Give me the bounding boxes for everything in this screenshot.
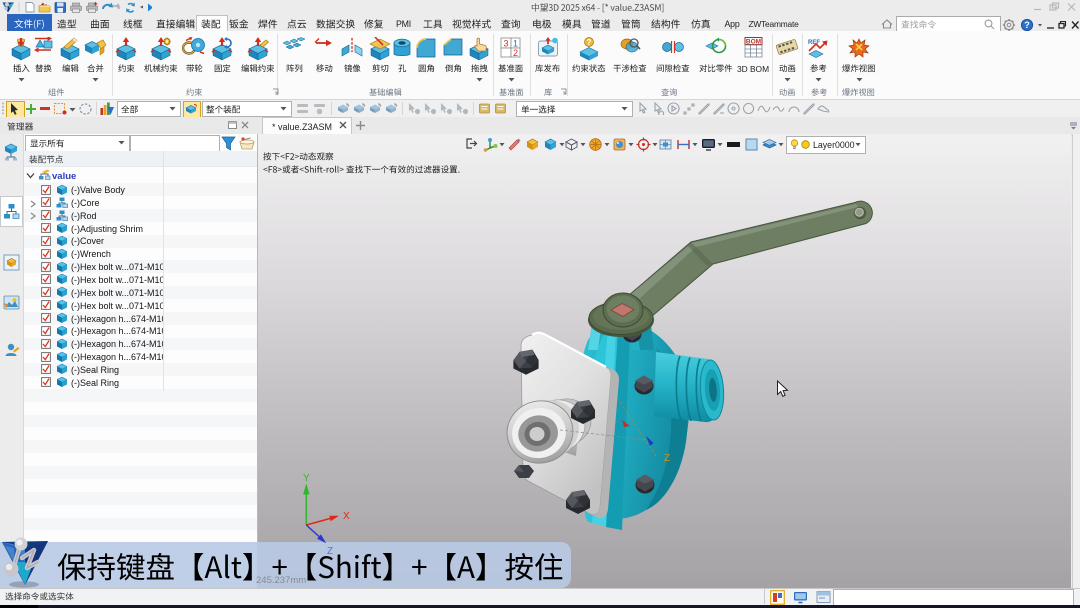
svg-text:Z: Z — [664, 453, 670, 464]
svg-text:?: ? — [1024, 20, 1030, 30]
svg-text:Y: Y — [303, 473, 310, 484]
svg-text:2: 2 — [513, 48, 518, 58]
svg-text:1: 1 — [513, 39, 518, 49]
svg-text:BOM: BOM — [746, 39, 761, 46]
svg-text:?: ? — [587, 38, 592, 47]
svg-text:3: 3 — [503, 39, 508, 49]
svg-text:X: X — [343, 511, 350, 522]
svg-text:REF: REF — [808, 40, 820, 46]
svg-text:Z: Z — [327, 546, 333, 557]
